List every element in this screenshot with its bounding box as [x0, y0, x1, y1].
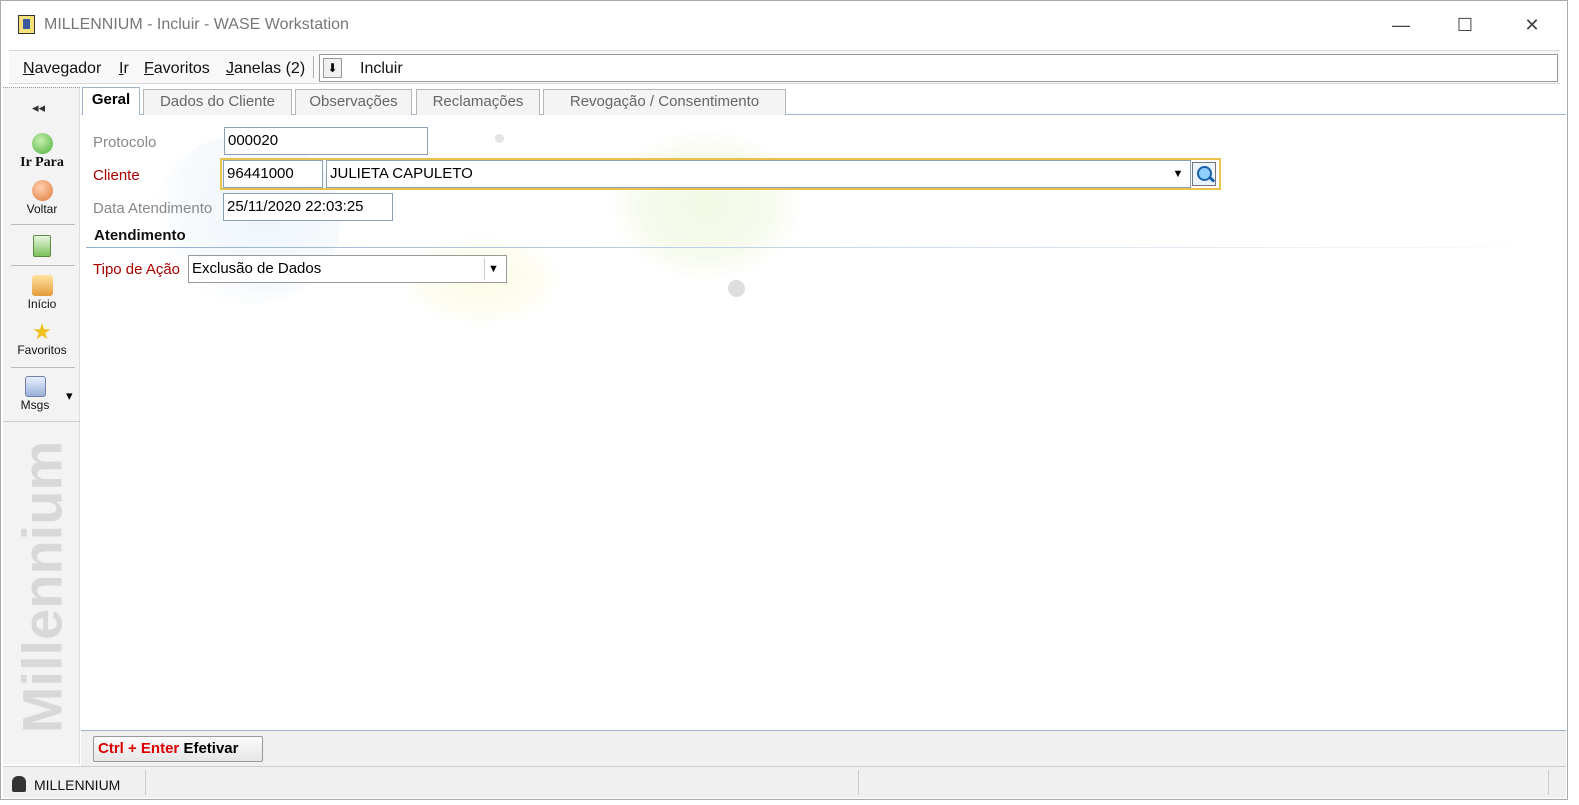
protocolo-field[interactable]: 000020 — [224, 127, 428, 155]
tab-reclamacoes[interactable]: Reclamações — [416, 89, 540, 115]
cliente-code-field[interactable]: 96441000 — [223, 160, 323, 188]
star-icon: ★ — [32, 319, 52, 344]
menu-ir[interactable]: Ir — [119, 60, 129, 78]
background-dot — [728, 280, 745, 297]
home-icon — [31, 275, 53, 296]
menu-separator — [313, 56, 315, 78]
section-divider — [86, 247, 1556, 248]
status-cell — [146, 770, 859, 795]
menu-navegador-rest: avegador — [34, 60, 102, 77]
cliente-name-field[interactable]: JULIETA CAPULETO — [326, 160, 1191, 188]
data-atendimento-field[interactable]: 25/11/2020 22:03:25 — [223, 193, 393, 221]
ir-para-label: Ir Para — [20, 155, 64, 170]
tab-dados-cliente[interactable]: Dados do Cliente — [143, 89, 292, 115]
cliente-dropdown-icon[interactable]: ▼ — [1169, 163, 1187, 185]
refresh-icon — [33, 235, 51, 257]
menu-janelas-key: J — [226, 60, 234, 77]
sidebar: ◂◂ Ir Para Voltar Início ★ Favoritos Msg… — [3, 87, 80, 764]
inicio-button[interactable]: Início — [5, 275, 79, 311]
refresh-button[interactable] — [5, 235, 79, 258]
status-user-cell: MILLENNIUM — [3, 770, 146, 795]
background-globe-green — [611, 130, 801, 280]
menu-favoritos[interactable]: Favoritos — [144, 60, 210, 78]
status-bar: MILLENNIUM — [3, 766, 1566, 798]
status-user: MILLENNIUM — [34, 777, 121, 793]
tab-observacoes[interactable]: Observações — [295, 89, 412, 115]
brand-text: Millennium — [10, 440, 74, 734]
voltar-label: Voltar — [26, 202, 58, 216]
efetivar-shortcut: Ctrl + Enter — [98, 740, 180, 757]
data-atendimento-label: Data Atendimento — [93, 200, 213, 217]
tab-geral[interactable]: Geral — [82, 87, 140, 116]
menu-favoritos-rest: avoritos — [153, 60, 210, 77]
menu-navegador[interactable]: Navegador — [23, 60, 101, 78]
go-back-icon — [31, 180, 53, 201]
sidebar-divider — [11, 265, 75, 266]
sidebar-divider — [11, 367, 75, 368]
section-atendimento-title: Atendimento — [94, 227, 186, 244]
close-button[interactable]: ✕ — [1509, 9, 1555, 41]
app-window: MILLENNIUM - Incluir - WASE Workstation … — [0, 0, 1568, 800]
menu-ir-rest: r — [123, 60, 129, 77]
minimize-button[interactable]: — — [1378, 9, 1424, 41]
msgs-label: Msgs — [20, 398, 50, 412]
collapse-icon[interactable]: ◂◂ — [32, 100, 45, 116]
action-bar: Ctrl + Enter Efetivar — [81, 730, 1566, 766]
user-icon — [12, 776, 26, 792]
menu-favoritos-key: F — [144, 60, 154, 77]
tipo-acao-select[interactable]: Exclusão de Dados — [188, 255, 507, 283]
sidebar-grip — [3, 87, 80, 90]
address-arrow-icon[interactable]: ⬇ — [323, 58, 342, 78]
tab-revogacao[interactable]: Revogação / Consentimento — [543, 89, 786, 115]
title-bar: MILLENNIUM - Incluir - WASE Workstation … — [1, 1, 1567, 49]
tipo-acao-label: Tipo de Ação — [93, 261, 181, 278]
menu-janelas-rest: anelas (2) — [234, 60, 306, 77]
sidebar-divider — [3, 421, 80, 422]
mail-icon — [24, 376, 46, 397]
tipo-acao-value: Exclusão de Dados — [192, 260, 322, 277]
brand-watermark: Millennium — [11, 427, 74, 747]
voltar-button[interactable]: Voltar — [5, 180, 79, 216]
sidebar-divider — [11, 224, 75, 225]
msgs-dropdown-icon[interactable]: ▾ — [66, 388, 73, 404]
efetivar-button[interactable]: Ctrl + Enter Efetivar — [93, 736, 263, 762]
search-icon[interactable] — [1192, 162, 1216, 186]
ir-para-button[interactable]: Ir Para — [5, 133, 79, 171]
tab-strip: Geral Dados do Cliente Observações Recla… — [81, 87, 1566, 116]
maximize-button[interactable]: ☐ — [1442, 9, 1488, 41]
menu-navegador-key: N — [23, 60, 35, 77]
address-bar[interactable]: ⬇ Incluir — [319, 54, 1558, 82]
inicio-label: Início — [27, 297, 57, 311]
favoritos-label: Favoritos — [17, 343, 67, 357]
protocolo-label: Protocolo — [93, 134, 157, 151]
status-cell — [859, 770, 1549, 795]
cliente-label: Cliente — [93, 167, 140, 184]
menu-bar: Navegador Ir Favoritos Janelas (2) ⬇ Inc… — [9, 50, 1560, 84]
go-forward-icon — [31, 133, 53, 154]
favoritos-button[interactable]: ★ Favoritos — [5, 319, 79, 358]
tipo-acao-dropdown-icon[interactable]: ▼ — [484, 258, 502, 280]
menu-janelas[interactable]: Janelas (2) — [226, 60, 305, 78]
background-dot — [495, 134, 504, 143]
app-icon — [18, 15, 35, 34]
efetivar-label: Efetivar — [183, 740, 239, 757]
form-panel: Protocolo 000020 Cliente 96441000 JULIET… — [81, 115, 1566, 730]
msgs-button[interactable]: Msgs — [5, 376, 65, 412]
window-title: MILLENNIUM - Incluir - WASE Workstation — [44, 16, 349, 33]
address-text: Incluir — [360, 60, 403, 77]
